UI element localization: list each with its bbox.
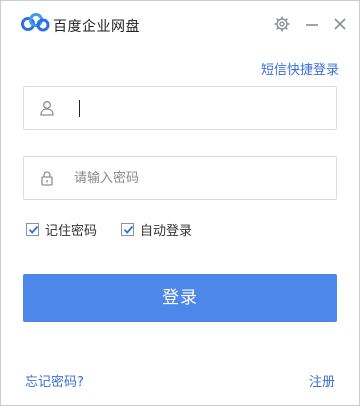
checkbox-box[interactable] [26,223,39,236]
auto-login-checkbox[interactable]: 自动登录 [121,220,192,239]
app-title: 百度企业网盘 [53,19,140,35]
baidu-netdisk-logo-icon [21,13,50,32]
lock-icon [41,171,53,186]
minimize-icon[interactable] [303,15,321,33]
checkmark-icon [123,225,134,234]
username-input[interactable] [74,95,324,121]
checkmark-icon [28,225,39,234]
remember-password-label: 记住密码 [45,224,98,239]
password-field[interactable] [23,156,337,200]
login-button[interactable]: 登录 [23,274,337,322]
checkbox-box[interactable] [121,223,134,236]
forgot-password-link[interactable]: 忘记密码? [25,371,84,390]
username-field[interactable] [23,86,337,130]
register-link[interactable]: 注册 [309,371,335,390]
remember-password-checkbox[interactable]: 记住密码 [26,220,97,239]
close-icon[interactable] [331,15,349,33]
login-window: 百度企业网盘 短信快捷登录 记住密码 自动登录 登录 忘记密码? 注册 [0,0,360,406]
user-icon [40,101,54,116]
text-caret [79,100,80,117]
settings-gear-icon[interactable] [273,15,291,33]
title-bar[interactable]: 百度企业网盘 [1,1,359,45]
sms-quick-login-link[interactable]: 短信快捷登录 [261,59,339,78]
auto-login-label: 自动登录 [140,224,193,239]
password-input[interactable] [74,165,324,191]
